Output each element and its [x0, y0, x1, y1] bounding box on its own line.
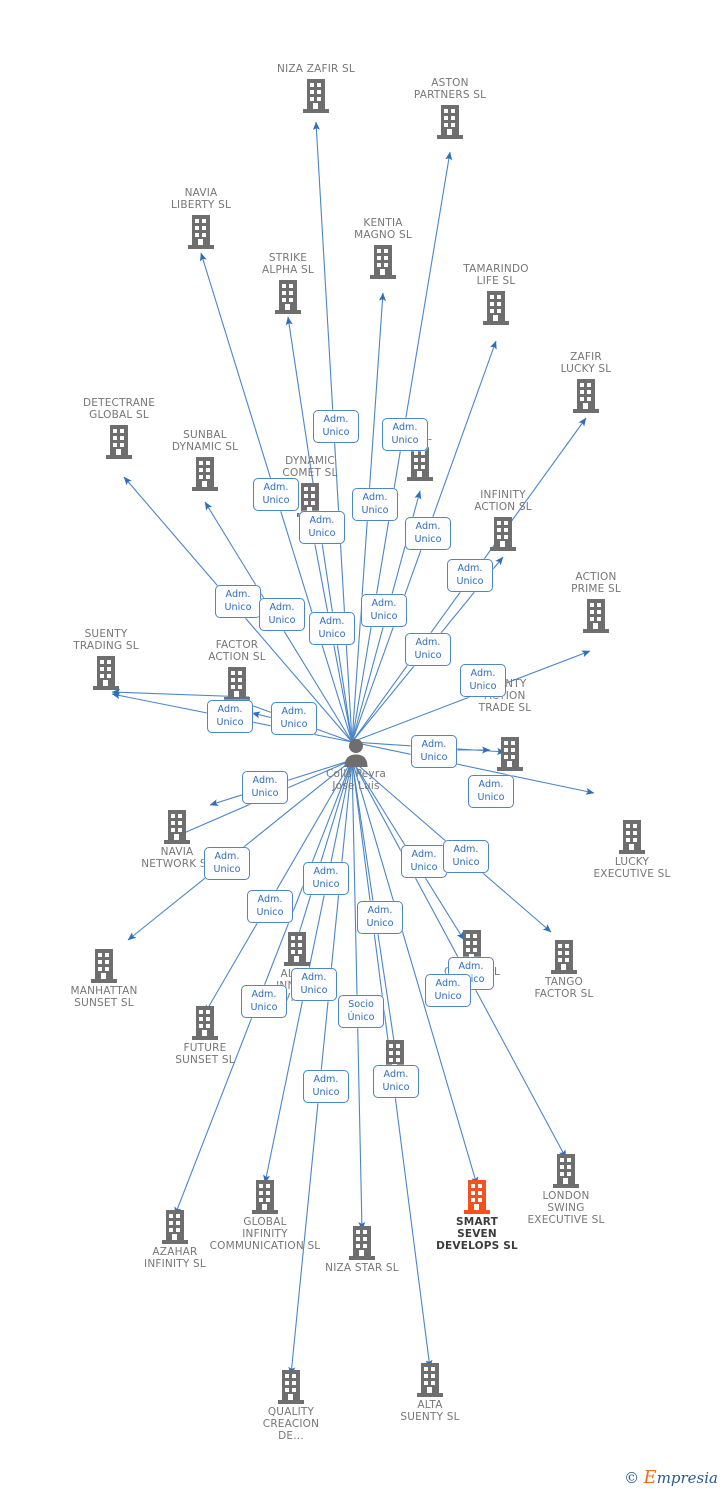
relation-chip[interactable]: Adm. Unico — [313, 410, 359, 444]
building-icon — [36, 654, 176, 692]
building-icon — [218, 278, 358, 316]
building-icon — [131, 213, 271, 251]
relation-chip[interactable]: Adm. Unico — [361, 594, 407, 628]
relation-chip[interactable]: Adm. Unico — [291, 968, 337, 1002]
building-icon — [195, 1178, 335, 1216]
node-suenty-trading[interactable]: SUENTY TRADING SL — [36, 628, 176, 692]
relation-chip[interactable]: Adm. Unico — [373, 1065, 419, 1099]
relation-chip[interactable]: Adm. Unico — [204, 847, 250, 881]
relation-chip[interactable]: Adm. Unico — [382, 418, 428, 452]
node-label: NIZA ZAFIR SL — [277, 63, 355, 75]
relation-chip[interactable]: Adm. Unico — [425, 974, 471, 1008]
graph-canvas: NIZA ZAFIR SL ASTON PARTNERS SL NAVIA LI… — [0, 0, 728, 1500]
node-label: INFINITY ACTION SL — [474, 489, 532, 513]
building-icon — [433, 515, 573, 553]
relation-chip[interactable]: Adm. Unico — [405, 633, 451, 667]
relation-chip[interactable]: Adm. Unico — [215, 585, 261, 619]
building-icon — [34, 947, 174, 985]
node-label: SUNBAL DYNAMIC SL — [171, 429, 239, 453]
brand-initial: E — [643, 1467, 657, 1488]
relation-chip[interactable]: Adm. Unico — [352, 488, 398, 522]
relation-chip[interactable]: Adm. Unico — [303, 1070, 349, 1104]
node-unnamed-right[interactable] — [440, 735, 580, 774]
building-icon — [380, 103, 520, 141]
node-label: DETECTRANE GLOBAL SL — [82, 397, 156, 421]
building-icon — [516, 377, 656, 415]
copyright-symbol: © — [624, 1469, 640, 1487]
node-infinity-action[interactable]: INFINITY ACTION SL — [433, 489, 573, 553]
relation-chip[interactable]: Adm. Unico — [299, 511, 345, 545]
node-label: FUTURE SUNSET SL — [175, 1042, 235, 1066]
building-icon — [426, 289, 566, 327]
node-label: TANGO FACTOR SL — [534, 976, 594, 1000]
node-label: FACTOR ACTION SL — [208, 639, 266, 663]
relation-chip[interactable]: Adm. Unico — [207, 700, 253, 734]
node-tamarindo-life[interactable]: TAMARINDO LIFE SL — [426, 263, 566, 327]
relation-chip[interactable]: Adm. Unico — [247, 890, 293, 924]
node-alta-suenty[interactable]: ALTA SUENTY SL — [360, 1361, 500, 1424]
node-center-person[interactable]: Colls Peyra Jose Luis — [286, 738, 426, 793]
building-icon — [440, 735, 580, 773]
relation-chip[interactable]: Adm. Unico — [357, 901, 403, 935]
relation-chip[interactable]: Adm. Unico — [259, 598, 305, 632]
node-london-swing[interactable]: LONDON SWING EXECUTIVE SL — [496, 1152, 636, 1226]
empresia-watermark: © Empresia — [624, 1467, 718, 1488]
building-icon — [360, 1361, 500, 1399]
node-lucky-executive[interactable]: LUCKY EXECUTIVE SL — [562, 818, 702, 881]
node-label: LONDON SWING EXECUTIVE SL — [527, 1190, 605, 1226]
relation-chip[interactable]: Adm. Unico — [411, 735, 457, 769]
node-label: TAMARINDO LIFE SL — [463, 263, 529, 287]
node-label: SUENTY TRADING SL — [73, 628, 139, 652]
node-label: ACTION PRIME SL — [571, 571, 621, 595]
node-label: NIZA STAR SL — [325, 1262, 399, 1274]
brand-name: mpresia — [656, 1469, 718, 1487]
relation-chip[interactable]: Adm. Unico — [271, 702, 317, 736]
relation-chip[interactable]: Adm. Unico — [303, 862, 349, 896]
relation-chip[interactable]: Socio Único — [338, 995, 384, 1029]
building-icon — [494, 938, 634, 976]
node-aston-partners[interactable]: ASTON PARTNERS SL — [380, 77, 520, 141]
node-label: ZAFIR LUCKY SL — [560, 351, 612, 375]
node-tango-factor[interactable]: TANGO FACTOR SL — [494, 938, 634, 1001]
relation-chip[interactable]: Adm. Unico — [309, 612, 355, 646]
node-label: QUALITY CREACION DE... — [262, 1406, 320, 1442]
relation-chip[interactable]: Adm. Unico — [405, 517, 451, 551]
building-icon — [227, 930, 367, 968]
node-label: LUCKY EXECUTIVE SL — [593, 856, 671, 880]
node-factor-action[interactable]: FACTOR ACTION SL — [167, 639, 307, 703]
relation-chip[interactable]: Adm. Unico — [253, 478, 299, 512]
node-action-prime[interactable]: ACTION PRIME SL — [526, 571, 666, 635]
relation-chip[interactable]: Adm. Unico — [242, 771, 288, 805]
building-icon — [562, 818, 702, 856]
building-icon — [107, 808, 247, 846]
relation-chip[interactable]: Adm. Unico — [401, 845, 447, 879]
node-label: NAVIA LIBERTY SL — [171, 187, 231, 211]
relation-chip[interactable]: Adm. Unico — [468, 775, 514, 809]
node-zafir-lucky[interactable]: ZAFIR LUCKY SL — [516, 351, 656, 415]
relation-chip[interactable]: Adm. Unico — [460, 664, 506, 698]
node-label: ALTA SUENTY SL — [400, 1399, 460, 1423]
building-icon — [246, 77, 386, 115]
center-person-label: Colls Peyra Jose Luis — [326, 768, 386, 792]
relation-chip[interactable]: Adm. Unico — [447, 559, 493, 593]
building-icon — [496, 1152, 636, 1190]
node-navia-liberty[interactable]: NAVIA LIBERTY SL — [131, 187, 271, 251]
node-label: KENTIA MAGNO SL — [354, 217, 412, 241]
relation-chip[interactable]: Adm. Unico — [241, 985, 287, 1019]
building-icon — [221, 1368, 361, 1406]
building-icon — [526, 597, 666, 635]
node-manhattan-sunset[interactable]: MANHATTAN SUNSET SL — [34, 947, 174, 1010]
node-quality-creacion[interactable]: QUALITY CREACION DE... — [221, 1368, 361, 1442]
node-label: ASTON PARTNERS SL — [413, 77, 487, 101]
node-niza-zafir[interactable]: NIZA ZAFIR SL — [246, 63, 386, 115]
building-icon — [167, 665, 307, 703]
person-icon — [286, 738, 426, 768]
relation-chip[interactable]: Adm. Unico — [443, 840, 489, 874]
